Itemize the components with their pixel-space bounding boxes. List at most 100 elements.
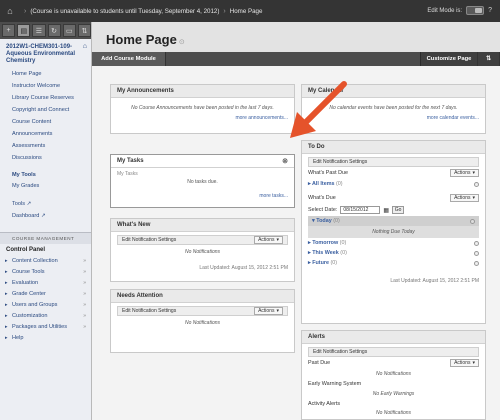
- close-icon[interactable]: ⊗: [282, 157, 288, 165]
- all-items-row[interactable]: ▸ All Items (0): [308, 179, 479, 189]
- announcements-empty-note: No Course Announcements have been posted…: [131, 105, 274, 111]
- module-title[interactable]: What's New: [111, 219, 294, 232]
- refresh-icon[interactable]: ↻: [47, 24, 61, 37]
- control-item-customization[interactable]: ▸ Customization»: [0, 311, 91, 322]
- actions-button[interactable]: Actions ▾: [254, 236, 283, 244]
- edit-notification-settings-link[interactable]: Edit Notification Settings: [313, 159, 367, 165]
- folder-view-icon[interactable]: ▤: [17, 24, 31, 37]
- edit-mode-toggle[interactable]: [466, 6, 485, 15]
- notification-row: Edit Notification Settings Actions ▾: [117, 306, 288, 316]
- sidebar-item-instructor-welcome[interactable]: Instructor Welcome: [0, 80, 91, 92]
- sidebar-item-my-grades[interactable]: My Grades: [0, 180, 91, 192]
- edit-notification-settings-link[interactable]: Edit Notification Settings: [313, 349, 367, 355]
- more-tasks-link[interactable]: more tasks...: [117, 193, 288, 199]
- list-view-icon[interactable]: ☰: [32, 24, 46, 37]
- control-item-grade-center[interactable]: ▸ Grade Center»: [0, 289, 91, 300]
- home-icon[interactable]: ⌂: [0, 0, 20, 22]
- help-icon[interactable]: ?: [488, 7, 492, 14]
- options-icon[interactable]: ⊙: [179, 39, 185, 46]
- no-notifications-note: No Notifications: [184, 320, 220, 326]
- add-course-module-button[interactable]: Add Course Module: [92, 52, 166, 66]
- module-title[interactable]: To Do: [302, 141, 485, 154]
- sidebar-item-discussions[interactable]: Discussions: [0, 152, 91, 164]
- control-item-packages-and-utilities[interactable]: ▸ Packages and Utilities»: [0, 322, 91, 333]
- control-item-users-and-groups[interactable]: ▸ Users and Groups»: [0, 300, 91, 311]
- chevron-down-icon: ▾: [472, 360, 475, 366]
- window-icon[interactable]: ▭: [62, 24, 76, 37]
- this-week-row[interactable]: ▸ This Week (0): [308, 248, 479, 258]
- date-input[interactable]: 08/15/2012: [340, 206, 381, 214]
- actions-button[interactable]: Actions ▾: [450, 194, 479, 202]
- control-item-help[interactable]: ▸ Help: [0, 333, 91, 344]
- module-title[interactable]: My Calendar: [302, 85, 485, 98]
- sidebar-item-home-page[interactable]: Home Page: [0, 68, 91, 80]
- chevron-right-icon: »: [83, 291, 86, 297]
- last-updated: Last Updated: August 15, 2012 2:51 PM: [199, 265, 288, 271]
- chevron-right-icon: »: [83, 258, 86, 264]
- last-updated: Last Updated: August 15, 2012 2:51 PM: [390, 278, 479, 284]
- course-menu-list: Home Page Instructor Welcome Library Cou…: [0, 68, 91, 164]
- tomorrow-link[interactable]: Tomorrow: [312, 240, 338, 246]
- today-row[interactable]: ▾ Today (0): [308, 216, 479, 226]
- sidebar-item-tools[interactable]: Tools ↗: [0, 198, 91, 210]
- module-title[interactable]: My Announcements: [111, 85, 294, 98]
- add-menu-item-icon[interactable]: +: [2, 24, 16, 37]
- chevron-down-icon: ▾: [276, 237, 279, 243]
- course-home-icon[interactable]: ⌂: [83, 43, 87, 50]
- control-item-course-tools[interactable]: ▸ Course Tools»: [0, 267, 91, 278]
- top-bar: ⌂ › (Course is unavailable to students u…: [0, 0, 500, 22]
- past-due-label: What's Past Due: [308, 170, 348, 176]
- select-date-label: Select Date:: [308, 207, 338, 213]
- edit-notification-settings-link[interactable]: Edit Notification Settings: [122, 237, 176, 243]
- actions-button[interactable]: Actions ▾: [450, 169, 479, 177]
- sidebar-item-course-content[interactable]: Course Content: [0, 116, 91, 128]
- sort-icon[interactable]: ⇅: [478, 52, 500, 66]
- radio-icon: [470, 218, 475, 224]
- all-items-count: (0): [335, 181, 343, 187]
- more-calendar-events-link[interactable]: more calendar events...: [308, 115, 479, 121]
- sidebar-my-tools[interactable]: My Tools: [0, 170, 91, 180]
- today-link[interactable]: Today: [316, 218, 331, 224]
- go-button[interactable]: Go: [392, 206, 405, 214]
- tools-list: Tools ↗ Dashboard ↗: [0, 198, 91, 222]
- chevron-right-icon: »: [83, 269, 86, 275]
- this-week-link[interactable]: This Week: [312, 250, 339, 256]
- sidebar-item-dashboard[interactable]: Dashboard ↗: [0, 210, 91, 222]
- tomorrow-row[interactable]: ▸ Tomorrow (0): [308, 238, 479, 248]
- sidebar-item-announcements[interactable]: Announcements: [0, 128, 91, 140]
- module-to-do: To Do Edit Notification Settings What's …: [301, 140, 486, 324]
- sidebar-item-library-course-reserves[interactable]: Library Course Reserves: [0, 92, 91, 104]
- all-items-link[interactable]: All Items: [312, 181, 334, 187]
- external-link-icon: ↗: [26, 201, 32, 207]
- future-count: (0): [330, 260, 338, 266]
- breadcrumb-page: Home Page: [229, 7, 263, 15]
- actions-button[interactable]: Actions ▾: [450, 359, 479, 367]
- chevron-right-icon: »: [83, 302, 86, 308]
- course-title[interactable]: 2012W1-CHEM301-109-Aqueous Environmental…: [0, 39, 91, 68]
- past-due-row: Past Due Actions ▾: [308, 357, 479, 369]
- sidebar-item-copyright-and-connect[interactable]: Copyright and Connect: [0, 104, 91, 116]
- sidebar-item-assessments[interactable]: Assessments: [0, 140, 91, 152]
- radio-icon: [474, 240, 479, 246]
- more-announcements-link[interactable]: more announcements...: [117, 115, 288, 121]
- calendar-icon[interactable]: ▦: [383, 207, 389, 214]
- edit-notification-settings-link[interactable]: Edit Notification Settings: [122, 308, 176, 314]
- no-notifications-note: No Notifications: [375, 410, 411, 416]
- chevron-down-icon: ▾: [472, 195, 475, 201]
- module-title[interactable]: Needs Attention: [111, 290, 294, 303]
- module-title[interactable]: Alerts: [302, 331, 485, 344]
- customize-page-button[interactable]: Customize Page: [420, 52, 478, 66]
- external-link-icon: ↗: [40, 213, 46, 219]
- sort-icon[interactable]: ⇅: [77, 24, 92, 37]
- expand-arrow-icon: ▸: [5, 302, 8, 308]
- future-link[interactable]: Future: [312, 260, 329, 266]
- breadcrumb: › (Course is unavailable to students unt…: [24, 8, 262, 15]
- breadcrumb-course[interactable]: (Course is unavailable to students until…: [30, 8, 219, 15]
- control-item-content-collection[interactable]: ▸ Content Collection»: [0, 256, 91, 267]
- future-row[interactable]: ▸ Future (0): [308, 258, 479, 268]
- module-title[interactable]: My Tasks ⊗: [111, 155, 294, 168]
- actions-button[interactable]: Actions ▾: [254, 307, 283, 315]
- tomorrow-count: (0): [339, 240, 347, 246]
- notification-row: Edit Notification Settings: [308, 157, 479, 167]
- control-item-evaluation[interactable]: ▸ Evaluation»: [0, 278, 91, 289]
